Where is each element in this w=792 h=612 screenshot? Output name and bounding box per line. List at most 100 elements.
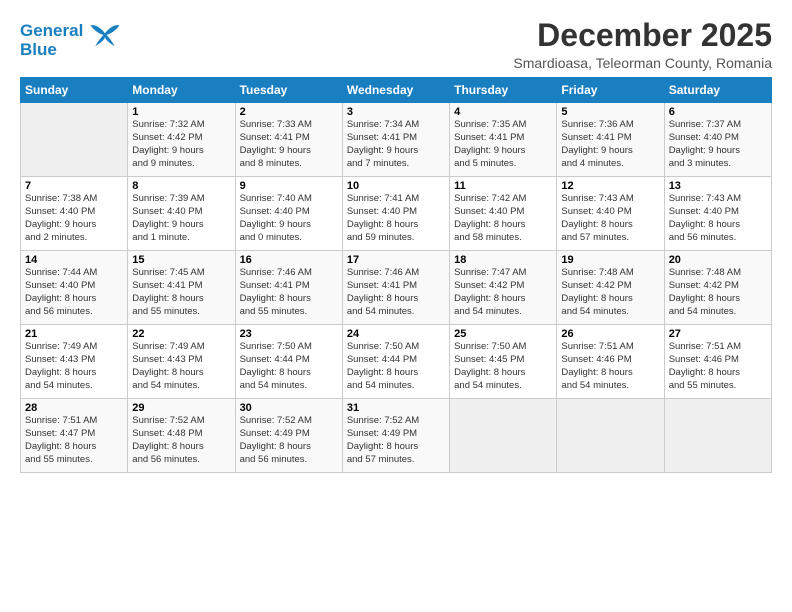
day-number: 9 [240, 180, 338, 192]
day-number: 11 [454, 180, 552, 192]
day-info: Sunrise: 7:44 AM Sunset: 4:40 PM Dayligh… [25, 267, 123, 318]
day-info: Sunrise: 7:38 AM Sunset: 4:40 PM Dayligh… [25, 193, 123, 244]
day-info: Sunrise: 7:37 AM Sunset: 4:40 PM Dayligh… [669, 119, 767, 170]
calendar-cell [664, 399, 771, 473]
day-number: 12 [561, 180, 659, 192]
header: General Blue December 2025 Smardioasa, T… [20, 18, 772, 71]
logo: General Blue [20, 18, 121, 59]
week-row-5: 28Sunrise: 7:51 AM Sunset: 4:47 PM Dayli… [21, 399, 772, 473]
day-number: 28 [25, 402, 123, 414]
day-number: 17 [347, 254, 445, 266]
day-number: 5 [561, 106, 659, 118]
calendar-cell: 18Sunrise: 7:47 AM Sunset: 4:42 PM Dayli… [450, 251, 557, 325]
calendar-cell: 14Sunrise: 7:44 AM Sunset: 4:40 PM Dayli… [21, 251, 128, 325]
day-number: 3 [347, 106, 445, 118]
calendar-cell: 17Sunrise: 7:46 AM Sunset: 4:41 PM Dayli… [342, 251, 449, 325]
calendar-cell [450, 399, 557, 473]
calendar-cell: 25Sunrise: 7:50 AM Sunset: 4:45 PM Dayli… [450, 325, 557, 399]
calendar-cell: 9Sunrise: 7:40 AM Sunset: 4:40 PM Daylig… [235, 177, 342, 251]
calendar-cell: 2Sunrise: 7:33 AM Sunset: 4:41 PM Daylig… [235, 103, 342, 177]
calendar-cell: 23Sunrise: 7:50 AM Sunset: 4:44 PM Dayli… [235, 325, 342, 399]
day-info: Sunrise: 7:34 AM Sunset: 4:41 PM Dayligh… [347, 119, 445, 170]
calendar-cell: 7Sunrise: 7:38 AM Sunset: 4:40 PM Daylig… [21, 177, 128, 251]
day-info: Sunrise: 7:47 AM Sunset: 4:42 PM Dayligh… [454, 267, 552, 318]
day-number: 24 [347, 328, 445, 340]
day-number: 22 [132, 328, 230, 340]
day-info: Sunrise: 7:51 AM Sunset: 4:46 PM Dayligh… [669, 341, 767, 392]
day-info: Sunrise: 7:52 AM Sunset: 4:49 PM Dayligh… [240, 415, 338, 466]
calendar-cell: 19Sunrise: 7:48 AM Sunset: 4:42 PM Dayli… [557, 251, 664, 325]
calendar-cell: 13Sunrise: 7:43 AM Sunset: 4:40 PM Dayli… [664, 177, 771, 251]
logo-line2: Blue [20, 41, 83, 60]
calendar-cell: 3Sunrise: 7:34 AM Sunset: 4:41 PM Daylig… [342, 103, 449, 177]
calendar-cell: 21Sunrise: 7:49 AM Sunset: 4:43 PM Dayli… [21, 325, 128, 399]
week-row-2: 7Sunrise: 7:38 AM Sunset: 4:40 PM Daylig… [21, 177, 772, 251]
day-number: 7 [25, 180, 123, 192]
calendar-cell: 12Sunrise: 7:43 AM Sunset: 4:40 PM Dayli… [557, 177, 664, 251]
day-number: 26 [561, 328, 659, 340]
calendar-cell: 1Sunrise: 7:32 AM Sunset: 4:42 PM Daylig… [128, 103, 235, 177]
day-number: 25 [454, 328, 552, 340]
day-info: Sunrise: 7:43 AM Sunset: 4:40 PM Dayligh… [561, 193, 659, 244]
week-row-3: 14Sunrise: 7:44 AM Sunset: 4:40 PM Dayli… [21, 251, 772, 325]
day-number: 10 [347, 180, 445, 192]
day-info: Sunrise: 7:51 AM Sunset: 4:47 PM Dayligh… [25, 415, 123, 466]
weekday-header-wednesday: Wednesday [342, 78, 449, 103]
weekday-header-saturday: Saturday [664, 78, 771, 103]
calendar-cell: 20Sunrise: 7:48 AM Sunset: 4:42 PM Dayli… [664, 251, 771, 325]
day-info: Sunrise: 7:35 AM Sunset: 4:41 PM Dayligh… [454, 119, 552, 170]
day-info: Sunrise: 7:41 AM Sunset: 4:40 PM Dayligh… [347, 193, 445, 244]
day-info: Sunrise: 7:33 AM Sunset: 4:41 PM Dayligh… [240, 119, 338, 170]
day-info: Sunrise: 7:42 AM Sunset: 4:40 PM Dayligh… [454, 193, 552, 244]
day-info: Sunrise: 7:49 AM Sunset: 4:43 PM Dayligh… [25, 341, 123, 392]
day-number: 23 [240, 328, 338, 340]
calendar-cell: 8Sunrise: 7:39 AM Sunset: 4:40 PM Daylig… [128, 177, 235, 251]
day-number: 31 [347, 402, 445, 414]
calendar-cell [557, 399, 664, 473]
calendar-cell: 6Sunrise: 7:37 AM Sunset: 4:40 PM Daylig… [664, 103, 771, 177]
day-info: Sunrise: 7:51 AM Sunset: 4:46 PM Dayligh… [561, 341, 659, 392]
weekday-header-thursday: Thursday [450, 78, 557, 103]
day-number: 2 [240, 106, 338, 118]
calendar-cell: 26Sunrise: 7:51 AM Sunset: 4:46 PM Dayli… [557, 325, 664, 399]
day-number: 13 [669, 180, 767, 192]
day-number: 18 [454, 254, 552, 266]
day-info: Sunrise: 7:45 AM Sunset: 4:41 PM Dayligh… [132, 267, 230, 318]
day-info: Sunrise: 7:46 AM Sunset: 4:41 PM Dayligh… [347, 267, 445, 318]
weekday-header-monday: Monday [128, 78, 235, 103]
day-info: Sunrise: 7:49 AM Sunset: 4:43 PM Dayligh… [132, 341, 230, 392]
weekday-header-row: SundayMondayTuesdayWednesdayThursdayFrid… [21, 78, 772, 103]
calendar-cell: 10Sunrise: 7:41 AM Sunset: 4:40 PM Dayli… [342, 177, 449, 251]
day-number: 20 [669, 254, 767, 266]
calendar-cell: 29Sunrise: 7:52 AM Sunset: 4:48 PM Dayli… [128, 399, 235, 473]
day-number: 19 [561, 254, 659, 266]
day-info: Sunrise: 7:36 AM Sunset: 4:41 PM Dayligh… [561, 119, 659, 170]
calendar-cell: 22Sunrise: 7:49 AM Sunset: 4:43 PM Dayli… [128, 325, 235, 399]
location-subtitle: Smardioasa, Teleorman County, Romania [513, 55, 772, 71]
day-info: Sunrise: 7:48 AM Sunset: 4:42 PM Dayligh… [669, 267, 767, 318]
day-info: Sunrise: 7:43 AM Sunset: 4:40 PM Dayligh… [669, 193, 767, 244]
day-info: Sunrise: 7:48 AM Sunset: 4:42 PM Dayligh… [561, 267, 659, 318]
calendar-cell [21, 103, 128, 177]
day-number: 16 [240, 254, 338, 266]
weekday-header-friday: Friday [557, 78, 664, 103]
day-number: 15 [132, 254, 230, 266]
calendar-cell: 24Sunrise: 7:50 AM Sunset: 4:44 PM Dayli… [342, 325, 449, 399]
calendar-cell: 5Sunrise: 7:36 AM Sunset: 4:41 PM Daylig… [557, 103, 664, 177]
calendar-cell: 4Sunrise: 7:35 AM Sunset: 4:41 PM Daylig… [450, 103, 557, 177]
day-info: Sunrise: 7:32 AM Sunset: 4:42 PM Dayligh… [132, 119, 230, 170]
day-number: 4 [454, 106, 552, 118]
day-number: 6 [669, 106, 767, 118]
page-container: General Blue December 2025 Smardioasa, T… [0, 0, 792, 483]
day-number: 30 [240, 402, 338, 414]
calendar-cell: 27Sunrise: 7:51 AM Sunset: 4:46 PM Dayli… [664, 325, 771, 399]
calendar-cell: 11Sunrise: 7:42 AM Sunset: 4:40 PM Dayli… [450, 177, 557, 251]
day-info: Sunrise: 7:52 AM Sunset: 4:49 PM Dayligh… [347, 415, 445, 466]
day-info: Sunrise: 7:46 AM Sunset: 4:41 PM Dayligh… [240, 267, 338, 318]
calendar-cell: 16Sunrise: 7:46 AM Sunset: 4:41 PM Dayli… [235, 251, 342, 325]
title-block: December 2025 Smardioasa, Teleorman Coun… [513, 18, 772, 71]
day-info: Sunrise: 7:39 AM Sunset: 4:40 PM Dayligh… [132, 193, 230, 244]
calendar-table: SundayMondayTuesdayWednesdayThursdayFrid… [20, 77, 772, 473]
calendar-cell: 31Sunrise: 7:52 AM Sunset: 4:49 PM Dayli… [342, 399, 449, 473]
month-title: December 2025 [513, 18, 772, 53]
